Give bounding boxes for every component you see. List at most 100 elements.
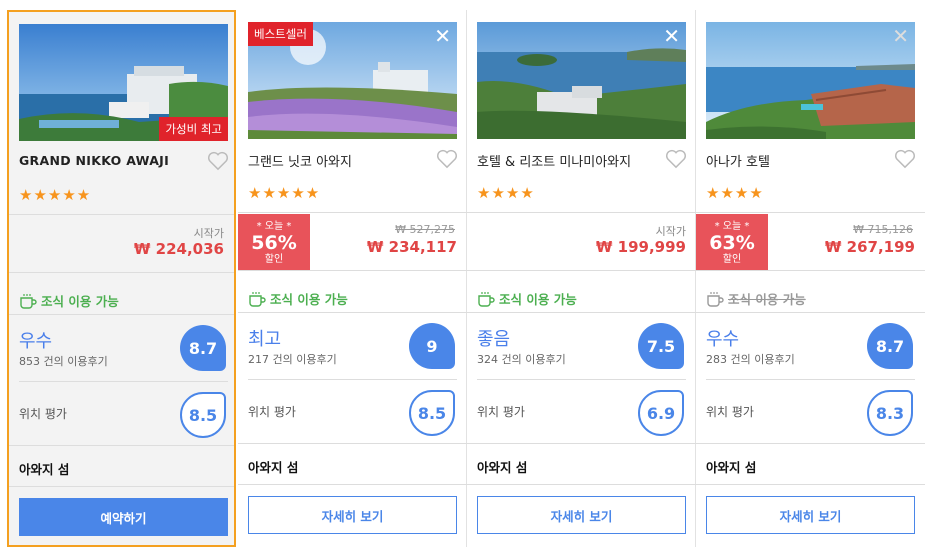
original-price: ₩ 527,275 — [395, 223, 455, 236]
heart-icon[interactable] — [894, 149, 916, 169]
divider — [706, 379, 915, 380]
close-icon[interactable]: ✕ — [892, 26, 909, 46]
hotel-comparison: 가성비 최고 GRAND NIKKO AWAJI ★★★★★ 시작가 ₩ 224… — [0, 0, 928, 554]
hotel-card-2[interactable]: 베스트셀러 ✕ 그랜드 닛코 아와지 ★★★★★ * 오늘 * 56% 할인 ₩… — [238, 10, 467, 547]
book-button[interactable]: 예약하기 — [19, 498, 228, 536]
hotel-photo-image — [477, 22, 686, 139]
rating-word: 좋음 — [477, 329, 511, 350]
coffee-cup-icon — [707, 291, 724, 307]
breakfast-info: 조식 이용 가능 — [706, 289, 806, 308]
hotel-card-4[interactable]: ✕ 아나가 호텔 ★★★★ * 오늘 * 63% 할인 ₩ 715,126 ₩ … — [696, 10, 925, 547]
location-score: 8.3 — [867, 390, 913, 436]
hotel-card-1[interactable]: 가성비 최고 GRAND NIKKO AWAJI ★★★★★ 시작가 ₩ 224… — [7, 10, 236, 547]
hotel-name[interactable]: GRAND NIKKO AWAJI — [19, 153, 199, 168]
close-icon[interactable]: ✕ — [434, 26, 451, 46]
hotel-name[interactable]: 아나가 호텔 — [706, 151, 886, 170]
discount-today: * 오늘 * — [256, 221, 292, 232]
breakfast-label: 조식 이용 가능 — [728, 292, 806, 307]
breakfast-info: 조식 이용 가능 — [248, 289, 348, 308]
close-icon[interactable]: ✕ — [663, 26, 680, 46]
hotel-photo[interactable]: 가성비 최고 — [19, 24, 228, 141]
coffee-cup-icon — [20, 293, 37, 309]
area-name: 아와지 섬 — [477, 460, 528, 475]
review-count[interactable]: 217 건의 이용후기 — [248, 351, 337, 367]
divider — [477, 379, 686, 380]
star-rating: ★★★★★ — [248, 184, 321, 202]
discount-badge: * 오늘 * 63% 할인 — [696, 214, 768, 271]
breakfast-label: 조식 이용 가능 — [270, 292, 348, 307]
price-prefix: 시작가 — [655, 225, 686, 238]
badge-bestseller: 베스트셀러 — [248, 22, 313, 46]
price: ₩ 234,117 — [366, 238, 457, 256]
divider — [9, 314, 234, 315]
divider — [19, 381, 228, 382]
hotel-photo-image — [706, 22, 915, 139]
location-score: 6.9 — [638, 390, 684, 436]
hotel-card-3[interactable]: ✕ 호텔 & 리조트 미나미아와지 ★★★★ 시작가 ₩ 199,999 조식 … — [467, 10, 696, 547]
discount-today: * 오늘 * — [714, 221, 750, 232]
divider — [238, 312, 467, 313]
hotel-photo[interactable]: 베스트셀러 ✕ — [248, 22, 457, 139]
review-score: 8.7 — [180, 325, 226, 371]
divider — [238, 443, 467, 444]
heart-icon[interactable] — [665, 149, 687, 169]
hotel-name[interactable]: 그랜드 닛코 아와지 — [248, 151, 428, 170]
price: ₩ 199,999 — [595, 238, 686, 256]
price-prefix: 시작가 — [193, 227, 224, 240]
rating-word: 최고 — [248, 329, 282, 350]
star-rating: ★★★★ — [706, 184, 764, 202]
location-label: 위치 평가 — [477, 405, 525, 419]
star-rating: ★★★★ — [477, 184, 535, 202]
divider — [238, 484, 467, 485]
divider — [9, 272, 234, 273]
area-name: 아와지 섬 — [19, 462, 70, 477]
breakfast-info: 조식 이용 가능 — [19, 291, 119, 310]
heart-icon[interactable] — [207, 151, 229, 171]
original-price: ₩ 715,126 — [853, 223, 913, 236]
review-count[interactable]: 283 건의 이용후기 — [706, 351, 795, 367]
hotel-photo[interactable]: ✕ — [706, 22, 915, 139]
divider — [696, 443, 925, 444]
details-button[interactable]: 자세히 보기 — [248, 496, 457, 534]
discount-percent: 56% — [251, 232, 297, 254]
area-name: 아와지 섬 — [248, 460, 299, 475]
rating-word: 우수 — [706, 329, 740, 350]
details-button[interactable]: 자세히 보기 — [706, 496, 915, 534]
hotel-name[interactable]: 호텔 & 리조트 미나미아와지 — [477, 151, 657, 170]
location-score: 8.5 — [409, 390, 455, 436]
price: ₩ 267,199 — [824, 238, 915, 256]
location-label: 위치 평가 — [706, 405, 754, 419]
details-button[interactable]: 자세히 보기 — [477, 496, 686, 534]
divider — [467, 484, 696, 485]
review-count[interactable]: 324 건의 이용후기 — [477, 351, 566, 367]
coffee-cup-icon — [249, 291, 266, 307]
coffee-cup-icon — [478, 291, 495, 307]
review-count[interactable]: 853 건의 이용후기 — [19, 353, 108, 369]
divider — [467, 212, 696, 213]
divider — [696, 484, 925, 485]
divider — [467, 443, 696, 444]
heart-icon[interactable] — [436, 149, 458, 169]
discount-label: 할인 — [264, 254, 284, 265]
price: ₩ 224,036 — [133, 240, 224, 258]
divider — [9, 214, 234, 215]
discount-label: 할인 — [722, 254, 742, 265]
review-score: 8.7 — [867, 323, 913, 369]
location-score: 8.5 — [180, 392, 226, 438]
location-label: 위치 평가 — [19, 407, 67, 421]
divider — [238, 270, 467, 271]
area-name: 아와지 섬 — [706, 460, 757, 475]
divider — [248, 379, 457, 380]
badge-best-value: 가성비 최고 — [159, 117, 228, 141]
location-label: 위치 평가 — [248, 405, 296, 419]
hotel-photo[interactable]: ✕ — [477, 22, 686, 139]
divider — [696, 312, 925, 313]
review-score: 7.5 — [638, 323, 684, 369]
review-score: 9 — [409, 323, 455, 369]
discount-badge: * 오늘 * 56% 할인 — [238, 214, 310, 271]
divider — [696, 270, 925, 271]
divider — [9, 445, 234, 446]
breakfast-label: 조식 이용 가능 — [41, 294, 119, 309]
discount-percent: 63% — [709, 232, 755, 254]
divider — [238, 212, 467, 213]
